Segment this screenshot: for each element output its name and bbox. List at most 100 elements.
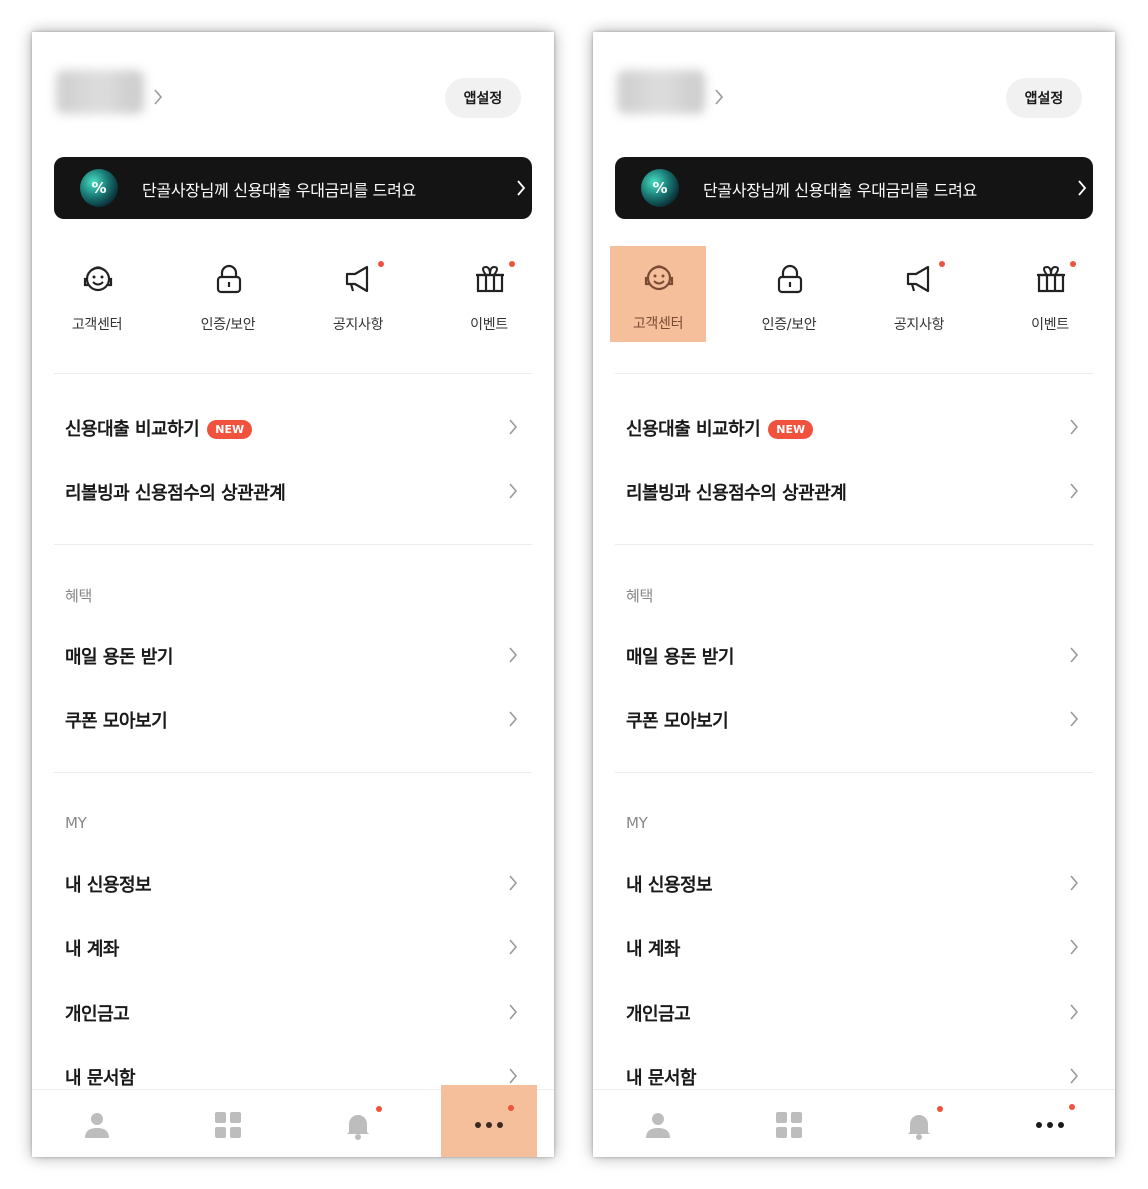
- menu-item-daily-allowance[interactable]: 매일 용돈 받기: [32, 630, 554, 680]
- banner-text: 단골사장님께 신용대출 우대금리를 드려요: [142, 181, 416, 200]
- chevron-right-icon[interactable]: [714, 89, 724, 105]
- quick-label: 공지사항: [893, 317, 945, 333]
- quick-menu: 고객센터 인증/보안 공지사항 이벤트: [32, 247, 554, 342]
- chevron-right-icon: [509, 939, 518, 955]
- section-title-my: MY: [626, 814, 648, 832]
- quick-customer-center[interactable]: 고객센터: [610, 246, 706, 342]
- menu-item-label: 매일 용돈 받기: [65, 647, 173, 668]
- notification-dot: [1070, 261, 1076, 267]
- phone-screen-right: 앱설정 % 단골사장님께 신용대출 우대금리를 드려요 고객센터 인증/보안 공…: [593, 32, 1115, 1157]
- menu-item-revolving[interactable]: 리볼빙과 신용점수의 상관관계: [32, 466, 554, 516]
- bell-icon: [347, 1115, 369, 1140]
- quick-customer-center[interactable]: 고객센터: [49, 247, 145, 343]
- notification-dot: [939, 261, 945, 267]
- chevron-right-icon: [509, 483, 518, 499]
- quick-notices[interactable]: 공지사항: [871, 247, 967, 343]
- divider: [54, 544, 532, 545]
- more-dots-icon: [475, 1122, 503, 1128]
- quick-label: 이벤트: [470, 317, 508, 333]
- menu-item-coupons[interactable]: 쿠폰 모아보기: [32, 694, 554, 744]
- tab-profile[interactable]: [49, 1090, 145, 1157]
- banner-logo: %: [641, 169, 679, 207]
- notification-dot: [508, 1105, 514, 1111]
- megaphone-icon: [345, 265, 369, 293]
- menu-item-my-account[interactable]: 내 계좌: [593, 922, 1115, 972]
- tab-profile[interactable]: [610, 1090, 706, 1157]
- tab-more[interactable]: [1002, 1090, 1098, 1157]
- menu-item-credit-info[interactable]: 내 신용정보: [32, 858, 554, 908]
- menu-item-loan-compare[interactable]: 신용대출 비교하기 NEW: [32, 402, 554, 452]
- chevron-right-icon: [1070, 647, 1079, 663]
- promo-banner[interactable]: % 단골사장님께 신용대출 우대금리를 드려요: [54, 157, 532, 219]
- tab-menu-grid[interactable]: [741, 1090, 837, 1157]
- menu-item-revolving[interactable]: 리볼빙과 신용점수의 상관관계: [593, 466, 1115, 516]
- quick-label: 고객센터: [632, 316, 684, 332]
- tab-menu-grid[interactable]: [180, 1090, 276, 1157]
- quick-notices[interactable]: 공지사항: [310, 247, 406, 343]
- section-title-benefits: 혜택: [65, 587, 93, 605]
- notification-dot: [1069, 1104, 1075, 1110]
- quick-label: 인증/보안: [761, 317, 817, 333]
- quick-events[interactable]: 이벤트: [441, 247, 537, 343]
- menu-item-loan-compare[interactable]: 신용대출 비교하기 NEW: [593, 402, 1115, 452]
- chevron-right-icon: [1070, 419, 1079, 435]
- megaphone-icon: [906, 265, 930, 293]
- menu-item-label: 내 계좌: [65, 939, 119, 960]
- grid-icon: [215, 1112, 241, 1138]
- quick-auth-security[interactable]: 인증/보안: [741, 247, 837, 343]
- tab-more[interactable]: [441, 1085, 537, 1157]
- menu-item-label: 쿠폰 모아보기: [65, 711, 168, 732]
- banner-text: 단골사장님께 신용대출 우대금리를 드려요: [703, 181, 977, 200]
- divider: [54, 373, 532, 374]
- menu-item-label: 개인금고: [626, 1004, 691, 1025]
- menu-item-label: 리볼빙과 신용점수의 상관관계: [626, 483, 847, 504]
- app-settings-button[interactable]: 앱설정: [445, 78, 521, 118]
- menu-item-label: 내 계좌: [626, 939, 680, 960]
- chevron-right-icon: [1070, 939, 1079, 955]
- section-title-my: MY: [65, 814, 87, 832]
- gift-icon: [476, 265, 504, 293]
- phone-screen-left: 앱설정 % 단골사장님께 신용대출 우대금리를 드려요 고객센터 인증/보안 공…: [32, 32, 554, 1157]
- chevron-right-icon: [509, 875, 518, 891]
- tab-notifications[interactable]: [310, 1090, 406, 1157]
- menu-item-credit-info[interactable]: 내 신용정보: [593, 858, 1115, 908]
- chevron-right-icon: [1070, 875, 1079, 891]
- menu-item-label: 신용대출 비교하기: [65, 419, 200, 440]
- divider: [615, 544, 1093, 545]
- menu-item-daily-allowance[interactable]: 매일 용돈 받기: [593, 630, 1115, 680]
- menu-item-label: 신용대출 비교하기: [626, 419, 761, 440]
- person-icon: [85, 1113, 109, 1138]
- quick-events[interactable]: 이벤트: [1002, 247, 1098, 343]
- bottom-tab-bar: [593, 1089, 1115, 1157]
- bottom-tab-bar: [32, 1085, 554, 1157]
- tab-notifications[interactable]: [871, 1090, 967, 1157]
- chevron-right-icon: [509, 647, 518, 663]
- divider: [615, 373, 1093, 374]
- headset-smile-icon: [83, 266, 113, 292]
- chevron-right-icon: [1070, 483, 1079, 499]
- notification-dot: [376, 1106, 382, 1112]
- menu-item-label: 내 문서함: [65, 1068, 136, 1089]
- menu-item-my-account[interactable]: 내 계좌: [32, 922, 554, 972]
- promo-banner[interactable]: % 단골사장님께 신용대출 우대금리를 드려요: [615, 157, 1093, 219]
- app-settings-button[interactable]: 앱설정: [1006, 78, 1082, 118]
- blurred-username[interactable]: [617, 70, 705, 114]
- banner-logo: %: [80, 169, 118, 207]
- more-dots-icon: [1036, 1122, 1064, 1128]
- headset-smile-icon: [644, 265, 674, 291]
- chevron-right-icon: [509, 1068, 518, 1084]
- menu-item-label: 개인금고: [65, 1004, 130, 1025]
- menu-item-personal-safe[interactable]: 개인금고: [593, 987, 1115, 1037]
- quick-label: 이벤트: [1031, 317, 1069, 333]
- chevron-right-icon: [509, 1004, 518, 1020]
- chevron-right-icon[interactable]: [153, 89, 163, 105]
- chevron-right-icon: [517, 180, 526, 196]
- notification-dot: [378, 261, 384, 267]
- menu-item-personal-safe[interactable]: 개인금고: [32, 987, 554, 1037]
- chevron-right-icon: [1070, 1004, 1079, 1020]
- quick-auth-security[interactable]: 인증/보안: [180, 247, 276, 343]
- blurred-username[interactable]: [56, 70, 144, 114]
- menu-item-coupons[interactable]: 쿠폰 모아보기: [593, 694, 1115, 744]
- notification-dot: [509, 261, 515, 267]
- menu-item-label: 쿠폰 모아보기: [626, 711, 729, 732]
